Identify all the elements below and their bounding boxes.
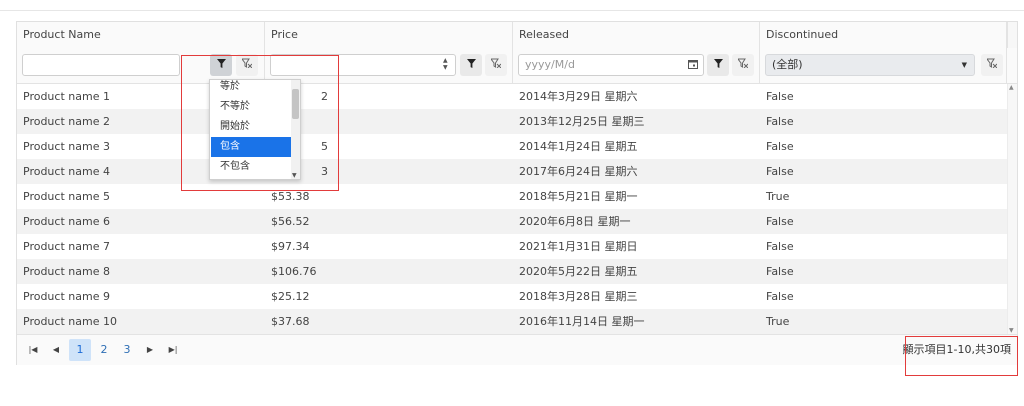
cell-product-name: Product name 6 xyxy=(23,215,110,228)
cell-price: $106.76 xyxy=(271,265,317,278)
cell-released: 2020年6月8日 星期一 xyxy=(519,215,631,228)
cell-product-name: Product name 2 xyxy=(23,115,110,128)
filter-cell-price: ▲ ▼ xyxy=(265,48,513,83)
cell-product-name: Product name 1 xyxy=(23,90,110,103)
table-row[interactable]: Product name 5 $53.38 2018年5月21日 星期一 Tru… xyxy=(17,184,1007,209)
filter-cell-name xyxy=(17,48,265,83)
table-row[interactable]: Product name 8 $106.76 2020年5月22日 星期五 Fa… xyxy=(17,259,1007,284)
filter-row: ▲ ▼ yyyy/M/d (全部) ▼ xyxy=(17,48,1017,84)
cell-discontinued: False xyxy=(766,265,794,278)
products-grid: Product Name Price Released Discontinued… xyxy=(16,21,1018,365)
cell-discontinued: True xyxy=(766,190,790,203)
clear-filter-icon[interactable] xyxy=(732,54,754,76)
cell-product-name: Product name 10 xyxy=(23,315,117,328)
chevron-down-icon: ▼ xyxy=(961,61,967,69)
cell-product-name: Product name 5 xyxy=(23,190,110,203)
cell-discontinued: False xyxy=(766,90,794,103)
dropdown-scrollbar[interactable]: ▼ xyxy=(291,80,300,179)
cell-discontinued: False xyxy=(766,290,794,303)
operator-option-not-contains[interactable]: 不包含 xyxy=(211,157,291,177)
table-row[interactable]: Product name 3 2014年1月24日 星期五 False xyxy=(17,134,1007,159)
clear-filter-icon[interactable] xyxy=(485,54,507,76)
table-row[interactable]: Product name 2 2013年12月25日 星期三 False xyxy=(17,109,1007,134)
cell-released: 2014年1月24日 星期五 xyxy=(519,140,638,153)
page-3-button[interactable]: 3 xyxy=(116,339,138,361)
table-row[interactable]: Product name 4 2017年6月24日 星期六 False xyxy=(17,159,1007,184)
cell-discontinued: True xyxy=(766,315,790,328)
first-page-icon[interactable]: |◀ xyxy=(23,339,43,361)
clear-filter-icon[interactable] xyxy=(236,54,258,76)
prev-page-icon[interactable]: ◀ xyxy=(46,339,66,361)
price-fragment: 5 xyxy=(321,140,328,153)
page-2-button[interactable]: 2 xyxy=(93,339,115,361)
table-row[interactable]: Product name 10 $37.68 2016年11月14日 星期一 T… xyxy=(17,309,1007,334)
filter-funnel-icon[interactable] xyxy=(210,54,232,76)
column-header-discontinued[interactable]: Discontinued xyxy=(760,22,1007,48)
column-header-price[interactable]: Price xyxy=(265,22,513,48)
cell-discontinued: False xyxy=(766,115,794,128)
cell-discontinued: False xyxy=(766,165,794,178)
page-1-button[interactable]: 1 xyxy=(69,339,91,361)
filter-funnel-icon[interactable] xyxy=(460,54,482,76)
table-row[interactable]: Product name 9 $25.12 2018年3月28日 星期三 Fal… xyxy=(17,284,1007,309)
table-row[interactable]: Product name 6 $56.52 2020年6月8日 星期一 Fals… xyxy=(17,209,1007,234)
cell-price: $53.38 xyxy=(271,190,310,203)
cell-released: 2018年3月28日 星期三 xyxy=(519,290,638,303)
cell-price: $37.68 xyxy=(271,315,310,328)
grid-header: Product Name Price Released Discontinued xyxy=(17,22,1017,49)
pager-info: 顯示項目1-10,共30項 xyxy=(902,343,1011,356)
discontinued-filter-value: (全部) xyxy=(772,58,803,71)
filter-funnel-icon[interactable] xyxy=(707,54,729,76)
scroll-down-icon[interactable]: ▼ xyxy=(1009,327,1014,334)
operator-option-starts-with[interactable]: 開始於 xyxy=(211,117,291,137)
operator-option-not-equals[interactable]: 不等於 xyxy=(211,97,291,117)
price-spinner-icon[interactable]: ▲ ▼ xyxy=(443,57,448,71)
discontinued-filter-select[interactable]: (全部) ▼ xyxy=(765,54,975,76)
scroll-down-icon[interactable]: ▼ xyxy=(292,172,297,179)
calendar-icon[interactable] xyxy=(688,59,698,72)
table-row[interactable]: Product name 7 $97.34 2021年1月31日 星期日 Fal… xyxy=(17,234,1007,259)
operator-option-equals[interactable]: 等於 xyxy=(211,80,291,97)
price-fragment: 3 xyxy=(321,165,328,178)
pager: |◀ ◀ 1 2 3 ▶ ▶| 顯示項目1-10,共30項 xyxy=(17,334,1017,365)
cell-released: 2016年11月14日 星期一 xyxy=(519,315,645,328)
cell-price: $56.52 xyxy=(271,215,310,228)
cell-released: 2013年12月25日 星期三 xyxy=(519,115,645,128)
cell-price: $97.34 xyxy=(271,240,310,253)
cell-product-name: Product name 4 xyxy=(23,165,110,178)
clear-filter-icon[interactable] xyxy=(981,54,1003,76)
cell-discontinued: False xyxy=(766,140,794,153)
last-page-icon[interactable]: ▶| xyxy=(163,339,183,361)
cell-released: 2017年6月24日 星期六 xyxy=(519,165,638,178)
filter-operator-dropdown[interactable]: 等於 不等於 開始於 包含 不包含 ▼ xyxy=(209,79,301,180)
scroll-up-icon[interactable]: ▲ xyxy=(1009,84,1014,91)
cell-product-name: Product name 8 xyxy=(23,265,110,278)
cell-price: $25.12 xyxy=(271,290,310,303)
grid-body: Product name 1 $ 2014年3月29日 星期六 False Pr… xyxy=(17,84,1007,334)
column-header-released[interactable]: Released xyxy=(513,22,760,48)
name-filter-input[interactable] xyxy=(22,54,180,76)
vertical-scrollbar[interactable]: ▲ ▼ xyxy=(1007,84,1017,334)
cell-product-name: Product name 3 xyxy=(23,140,110,153)
filter-cell-discontinued: (全部) ▼ xyxy=(760,48,1007,83)
cell-discontinued: False xyxy=(766,215,794,228)
cell-released: 2020年5月22日 星期五 xyxy=(519,265,638,278)
top-divider xyxy=(0,10,1024,11)
cell-product-name: Product name 9 xyxy=(23,290,110,303)
operator-option-contains[interactable]: 包含 xyxy=(211,137,291,157)
filter-cell-released: yyyy/M/d xyxy=(513,48,760,83)
price-filter-input[interactable] xyxy=(270,54,456,76)
released-filter-input[interactable]: yyyy/M/d xyxy=(518,54,704,76)
cell-released: 2014年3月29日 星期六 xyxy=(519,90,638,103)
table-row[interactable]: Product name 1 $ 2014年3月29日 星期六 False xyxy=(17,84,1007,109)
cell-released: 2021年1月31日 星期日 xyxy=(519,240,638,253)
column-header-product-name[interactable]: Product Name xyxy=(17,22,265,48)
cell-discontinued: False xyxy=(766,240,794,253)
next-page-icon[interactable]: ▶ xyxy=(140,339,160,361)
cell-released: 2018年5月21日 星期一 xyxy=(519,190,638,203)
dropdown-scroll-thumb[interactable] xyxy=(292,89,299,119)
cell-product-name: Product name 7 xyxy=(23,240,110,253)
price-fragment: 2 xyxy=(321,90,328,103)
